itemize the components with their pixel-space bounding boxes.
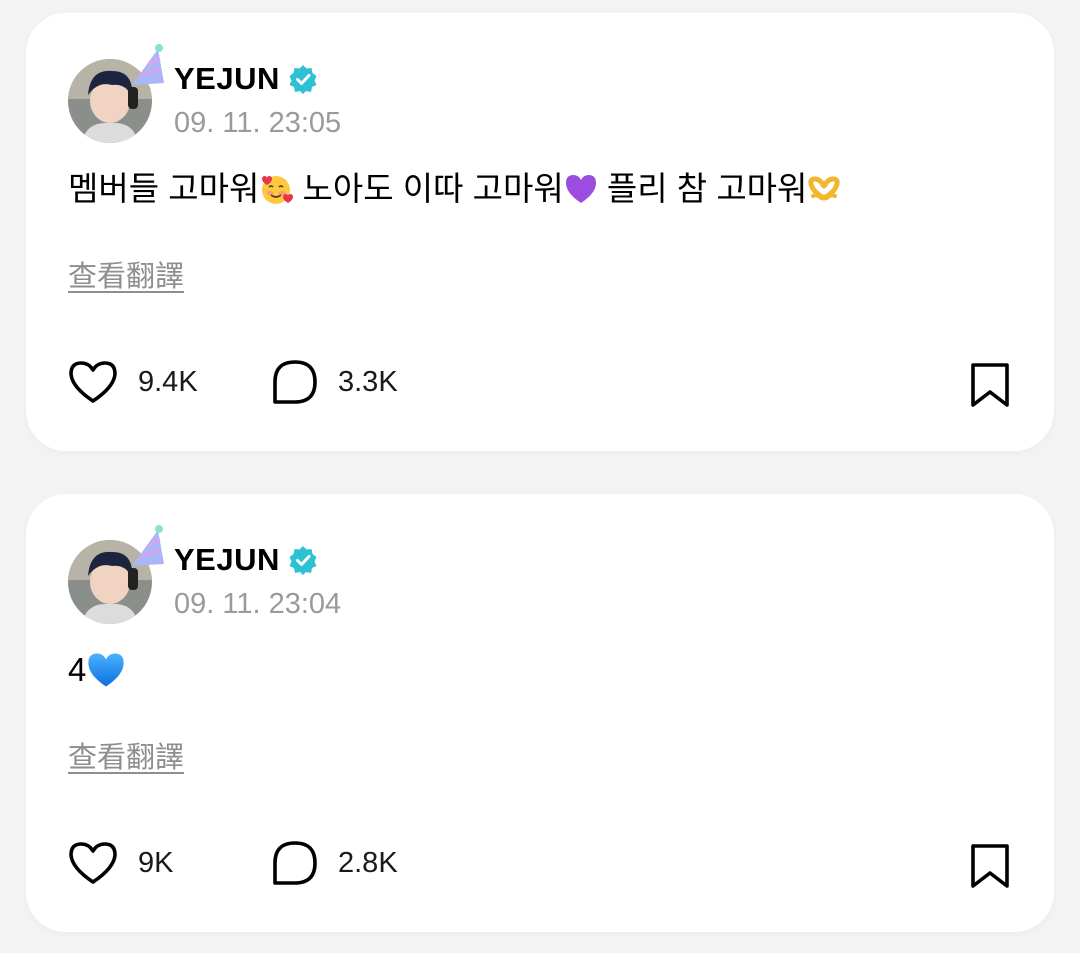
author-name[interactable]: YEJUN — [174, 61, 280, 97]
post-text-part: 멤버들 고마워 — [68, 170, 260, 207]
comment-button[interactable]: 2.8K — [272, 840, 398, 886]
avatar-container[interactable] — [68, 525, 168, 636]
verified-badge-icon — [289, 65, 317, 94]
verified-badge-icon — [289, 546, 317, 575]
post-text: 4 — [68, 650, 126, 690]
author-row[interactable]: YEJUN — [174, 61, 318, 97]
bookmark-icon[interactable] — [968, 361, 1012, 409]
author-name[interactable]: YEJUN — [174, 542, 280, 578]
smiling-face-with-hearts-emoji — [262, 176, 294, 204]
post-card[interactable]: YEJUN 09. 11. 23:05 멤버들 고마워 노아도 이따 고마워 플… — [26, 13, 1054, 451]
like-count: 9K — [138, 846, 174, 879]
comment-bubble-icon — [273, 841, 317, 885]
like-button[interactable]: 9K — [68, 840, 173, 886]
purple-heart-emoji — [565, 175, 596, 203]
post-text-part: 4 — [68, 651, 87, 688]
post-text-part: 플리 참 고마워 — [597, 170, 808, 207]
comment-count: 3.3K — [338, 365, 398, 398]
translate-link[interactable]: 查看翻譯 — [68, 253, 184, 295]
comment-bubble-icon — [273, 360, 317, 404]
post-card[interactable]: YEJUN 09. 11. 23:04 4 查看翻譯 9K 2.8K — [26, 494, 1054, 932]
post-timestamp: 09. 11. 23:05 — [174, 107, 342, 139]
translate-link[interactable]: 查看翻譯 — [68, 734, 184, 776]
heart-icon — [69, 361, 117, 403]
avatar-container[interactable] — [68, 44, 168, 155]
bookmark-icon[interactable] — [968, 842, 1012, 890]
author-row[interactable]: YEJUN — [174, 542, 318, 578]
party-hat-icon — [132, 525, 164, 566]
heart-icon — [69, 842, 117, 884]
post-text-part: 노아도 이따 고마워 — [293, 170, 564, 207]
comment-count: 2.8K — [338, 846, 398, 879]
post-text: 멤버들 고마워 노아도 이따 고마워 플리 참 고마워 — [68, 169, 841, 209]
heart-hands-emoji — [808, 176, 841, 201]
party-hat-icon — [132, 44, 164, 85]
like-button[interactable]: 9.4K — [68, 359, 198, 405]
post-timestamp: 09. 11. 23:04 — [174, 588, 342, 620]
comment-button[interactable]: 3.3K — [272, 359, 398, 405]
blue-heart-emoji — [88, 653, 125, 687]
like-count: 9.4K — [138, 365, 198, 398]
